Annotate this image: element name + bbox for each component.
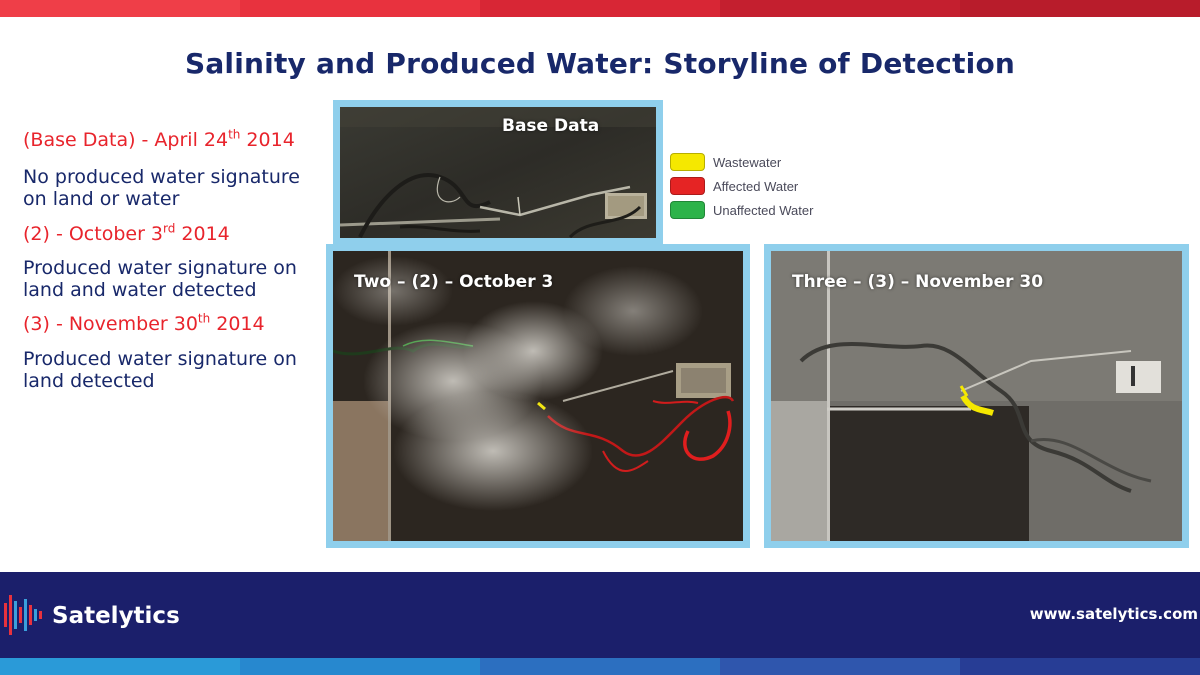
website-url[interactable]: www.satelytics.com: [1030, 605, 1198, 623]
legend-swatch-affected: [670, 177, 705, 195]
legend-item-unaffected: Unaffected Water: [670, 198, 813, 222]
legend-label-wastewater: Wastewater: [713, 154, 782, 170]
november-panel-label: Three – (3) – November 30: [792, 272, 1044, 292]
legend: Wastewater Affected Water Unaffected Wat…: [670, 150, 813, 222]
brand-name: Satelytics: [52, 603, 180, 629]
base-data-label: Base Data: [502, 116, 600, 136]
legend-swatch-unaffected: [670, 201, 705, 219]
legend-item-wastewater: Wastewater: [670, 150, 813, 174]
base-data-image-panel: Base Data: [333, 100, 663, 245]
legend-label-affected: Affected Water: [713, 178, 799, 194]
october-3-image-panel: Two – (2) – October 3: [326, 244, 750, 548]
satellite-image-october: Two – (2) – October 3: [333, 251, 743, 541]
satellite-image-base: Base Data: [340, 107, 656, 238]
legend-item-affected: Affected Water: [670, 174, 813, 198]
october-panel-label: Two – (2) – October 3: [354, 272, 554, 292]
legend-label-unaffected: Unaffected Water: [713, 202, 814, 218]
timeline-date-2: (2) - October 3rd 2014: [23, 221, 230, 245]
november-30-image-panel: Three – (3) – November 30: [764, 244, 1189, 548]
timeline-desc-base: No produced water signature on land or wa…: [23, 166, 300, 210]
timeline-date-3: (3) - November 30th 2014: [23, 311, 265, 335]
timeline-date-base: (Base Data) - April 24th 2014: [23, 127, 295, 151]
bottom-accent-stripe: [0, 658, 1200, 675]
top-accent-stripe: [0, 0, 1200, 17]
timeline-desc-2: Produced water signature on land and wate…: [23, 257, 297, 301]
timeline-desc-3: Produced water signature on land detected: [23, 348, 297, 392]
satellite-image-november: Three – (3) – November 30: [771, 251, 1182, 541]
slide-title: Salinity and Produced Water: Storyline o…: [184, 47, 1016, 80]
legend-swatch-wastewater: [670, 153, 705, 171]
